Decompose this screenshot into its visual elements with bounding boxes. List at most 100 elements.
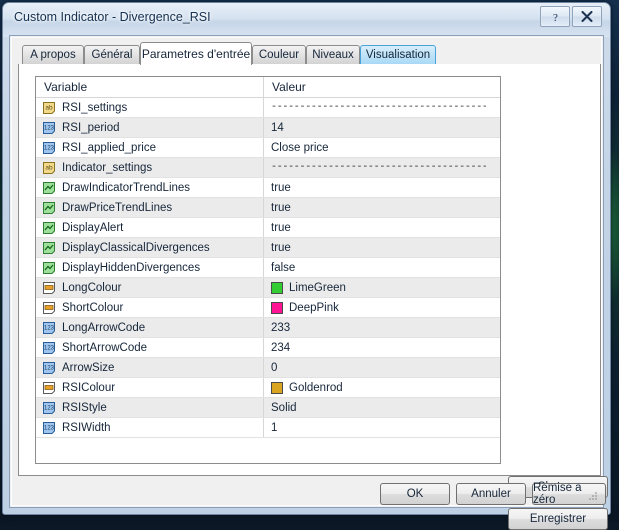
parameter-value-cell[interactable]: true — [264, 198, 500, 217]
close-button[interactable] — [572, 6, 602, 27]
table-row[interactable]: 123 RSIWidth 1 — [36, 418, 500, 438]
table-row[interactable]: 123RSI_period 14 — [36, 118, 500, 138]
table-header-row: Variable Valeur — [36, 77, 500, 98]
parameter-value-cell[interactable]: ----------------------------------------… — [264, 98, 500, 117]
color-param-icon — [42, 301, 56, 315]
table-row[interactable]: DisplayClassicalDivergences true — [36, 238, 500, 258]
color-param-icon — [42, 281, 56, 295]
parameter-value-cell[interactable]: false — [264, 258, 500, 277]
table-row[interactable]: 123RSIStyleSolid — [36, 398, 500, 418]
tab-label: Niveaux — [312, 49, 354, 61]
parameter-name-cell: DisplayAlert — [36, 218, 264, 237]
table-row[interactable]: 123ArrowSize0 — [36, 358, 500, 378]
tab-visualisation[interactable]: Visualisation — [360, 45, 436, 64]
parameter-name: ShortColour — [62, 302, 123, 314]
parameter-name-cell: DrawPriceTrendLines — [36, 198, 264, 217]
table-row[interactable]: ShortColour DeepPink — [36, 298, 500, 318]
parameter-value: Solid — [271, 402, 297, 414]
dialog-client-inner: A propos Général Parametres d'entrée Cou… — [11, 37, 602, 506]
number-param-icon: 123 — [42, 141, 56, 155]
color-swatch — [271, 382, 283, 394]
parameter-value-cell[interactable]: DeepPink — [264, 298, 500, 317]
column-header-variable[interactable]: Variable — [36, 77, 264, 97]
table-row[interactable]: abIndicator_settings --------------------… — [36, 158, 500, 178]
parameter-value-cell[interactable]: 234 — [264, 338, 500, 357]
parameter-name: RSI_applied_price — [62, 142, 156, 154]
parameter-value-cell[interactable]: true — [264, 218, 500, 237]
save-button[interactable]: Enregistrer — [508, 508, 608, 530]
svg-text:123: 123 — [44, 425, 55, 431]
dialog-client-area: A propos Général Parametres d'entrée Cou… — [9, 35, 604, 508]
close-x-icon — [581, 11, 593, 22]
table-row[interactable]: abRSI_settings--------------------------… — [36, 98, 500, 118]
svg-text:123: 123 — [44, 365, 55, 371]
tab-label: Couleur — [259, 49, 299, 61]
tab-parametres-d-entree[interactable]: Parametres d'entrée — [140, 42, 252, 65]
table-row[interactable]: DrawPriceTrendLinestrue — [36, 198, 500, 218]
parameter-name: LongColour — [62, 282, 121, 294]
parameter-value: 14 — [271, 122, 284, 134]
cancel-button[interactable]: Annuler — [456, 483, 526, 505]
custom-indicator-dialog: Custom Indicator - Divergence_RSI ? A pr… — [2, 2, 611, 515]
parameter-value: 233 — [271, 322, 290, 334]
parameter-value-cell[interactable]: 0 — [264, 358, 500, 377]
parameter-value: DeepPink — [289, 302, 339, 314]
parameter-name-cell: 123LongArrowCode — [36, 318, 264, 337]
table-row[interactable]: 123LongArrowCode 233 — [36, 318, 500, 338]
parameter-name-cell: 123RSI_period — [36, 118, 264, 137]
parameter-value-cell[interactable]: 233 — [264, 318, 500, 337]
parameter-name-cell: abIndicator_settings — [36, 158, 264, 177]
table-body: abRSI_settings--------------------------… — [36, 98, 500, 438]
parameter-value-cell[interactable]: Goldenrod — [264, 378, 500, 397]
table-row[interactable]: DisplayAlert true — [36, 218, 500, 238]
parameter-value-cell[interactable]: Solid — [264, 398, 500, 417]
parameter-value: 234 — [271, 342, 290, 354]
parameter-name-cell: RSIColour — [36, 378, 264, 397]
parameter-value-cell[interactable]: 1 — [264, 418, 500, 437]
parameter-name-cell: 123 ShortArrowCode — [36, 338, 264, 357]
titlebar[interactable]: Custom Indicator - Divergence_RSI ? — [3, 3, 610, 35]
parameter-name: DisplayClassicalDivergences — [62, 242, 210, 254]
table-row[interactable]: 123 ShortArrowCode 234 — [36, 338, 500, 358]
help-button[interactable]: ? — [540, 6, 570, 27]
boolean-param-icon — [42, 181, 56, 195]
table-row[interactable]: DrawIndicatorTrendLinestrue — [36, 178, 500, 198]
parameter-name: ShortArrowCode — [62, 342, 147, 354]
parameter-value-cell[interactable]: Close price — [264, 138, 500, 157]
table-row[interactable]: RSIColour Goldenrod — [36, 378, 500, 398]
parameter-value: true — [271, 222, 291, 234]
resize-grip-icon[interactable] — [586, 491, 598, 503]
parameter-value-cell[interactable]: true — [264, 238, 500, 257]
table-row[interactable]: DisplayHiddenDivergencesfalse — [36, 258, 500, 278]
parameter-name: LongArrowCode — [62, 322, 145, 334]
parameter-name: RSI_settings — [62, 102, 127, 114]
tab-general[interactable]: Général — [84, 45, 140, 64]
column-header-valeur[interactable]: Valeur — [264, 77, 500, 97]
parameters-panel: Variable Valeur abRSI_settings----------… — [18, 64, 601, 476]
boolean-param-icon — [42, 261, 56, 275]
parameter-value: true — [271, 182, 291, 194]
parameter-value-cell[interactable]: ----------------------------------------… — [264, 158, 500, 177]
svg-text:123: 123 — [44, 145, 55, 151]
ok-button[interactable]: OK — [380, 483, 450, 505]
parameter-value-cell[interactable]: LimeGreen — [264, 278, 500, 297]
parameter-value: true — [271, 242, 291, 254]
question-mark-icon: ? — [550, 11, 561, 23]
parameter-name: RSIColour — [62, 382, 115, 394]
svg-text:123: 123 — [44, 345, 55, 351]
parameter-value: ----------------------------------------… — [271, 162, 486, 173]
number-param-icon: 123 — [42, 361, 56, 375]
tab-niveaux[interactable]: Niveaux — [306, 45, 360, 64]
table-row[interactable]: LongColour LimeGreen — [36, 278, 500, 298]
parameter-name: RSI_period — [62, 122, 120, 134]
parameter-name: RSIWidth — [62, 422, 111, 434]
parameter-value-cell[interactable]: true — [264, 178, 500, 197]
boolean-param-icon — [42, 221, 56, 235]
parameter-name-cell: 123 RSI_applied_price — [36, 138, 264, 157]
table-row[interactable]: 123 RSI_applied_price Close price — [36, 138, 500, 158]
tab-couleur[interactable]: Couleur — [252, 45, 306, 64]
color-swatch — [271, 302, 283, 314]
parameter-value-cell[interactable]: 14 — [264, 118, 500, 137]
parameter-value: ----------------------------------------… — [271, 102, 486, 113]
tab-a-propos[interactable]: A propos — [22, 45, 84, 64]
